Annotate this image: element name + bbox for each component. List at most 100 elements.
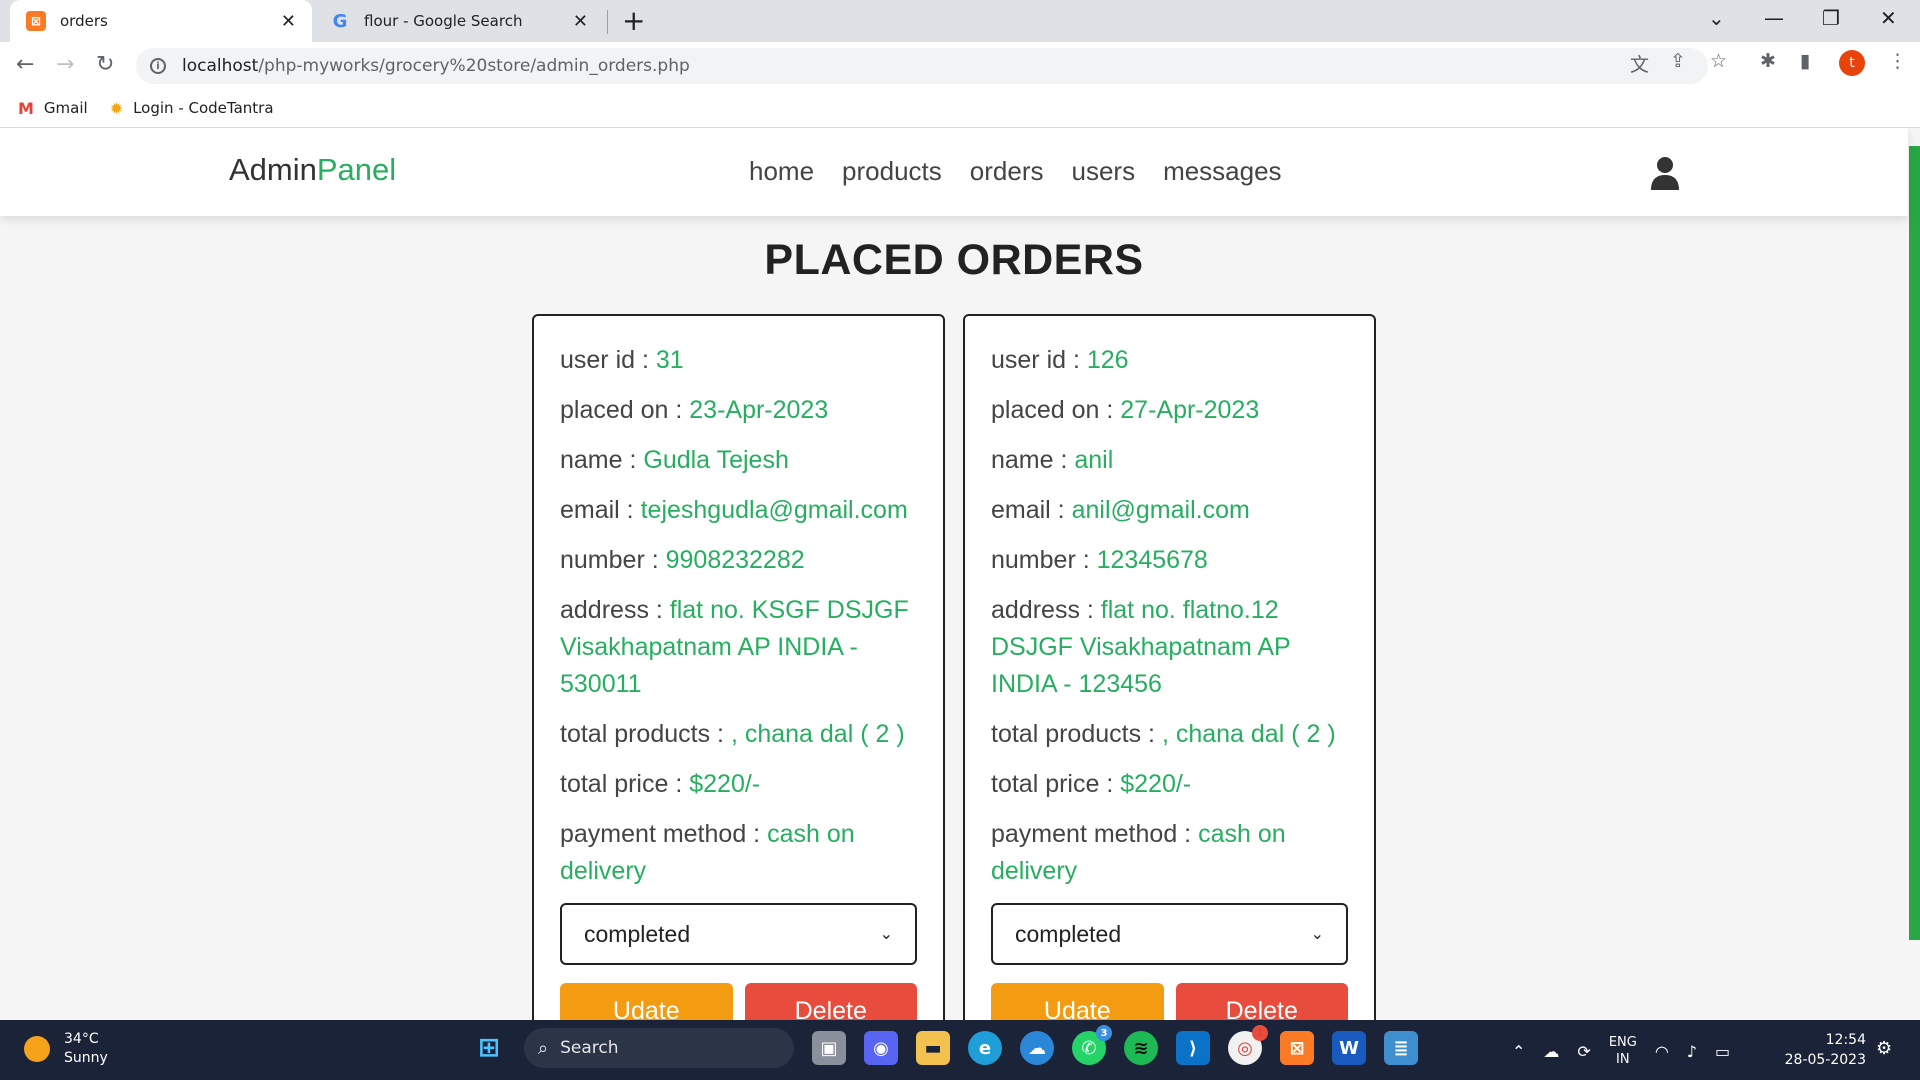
- user-id-value: 31: [655, 346, 684, 374]
- xampp-icon: ⊠: [26, 11, 46, 31]
- side-panel-icon[interactable]: ▮: [1800, 50, 1810, 72]
- update-button[interactable]: Udate: [560, 983, 733, 1020]
- notification-icon[interactable]: ⚙: [1876, 1038, 1892, 1059]
- order-status-select[interactable]: completed ⌄: [991, 903, 1348, 965]
- close-icon[interactable]: ✕: [573, 11, 588, 32]
- language-indicator[interactable]: ENG IN: [1609, 1034, 1637, 1068]
- bookmarks-bar: M Gmail ✹ Login - CodeTantra: [0, 89, 1920, 128]
- number-value: 12345678: [1096, 546, 1208, 574]
- info-icon[interactable]: i: [150, 58, 166, 74]
- tab-strip: ⊠ orders ✕ G flour - Google Search ✕ + ⌄…: [0, 0, 1920, 42]
- label: number :: [991, 546, 1097, 574]
- total-products-value: , chana dal ( 2 ): [1161, 720, 1336, 748]
- user-icon[interactable]: [1650, 156, 1680, 190]
- delete-button[interactable]: Delete: [1175, 983, 1348, 1020]
- url-path: /php-myworks/grocery%20store/admin_order…: [258, 56, 690, 76]
- minimize-button[interactable]: —: [1764, 6, 1784, 30]
- logo[interactable]: AdminPanel: [229, 152, 396, 188]
- weather-widget[interactable]: 34°C Sunny: [24, 1030, 108, 1068]
- onedrive-icon[interactable]: ☁: [1543, 1042, 1559, 1061]
- forward-icon[interactable]: →: [56, 52, 74, 77]
- label: user id :: [560, 346, 656, 374]
- star-icon[interactable]: ☆: [1710, 50, 1727, 72]
- placed-on-row: placed on : 23-Apr-2023: [560, 392, 917, 429]
- share-icon[interactable]: ⇪: [1670, 50, 1686, 72]
- bookmark-codetantra[interactable]: ✹ Login - CodeTantra: [110, 99, 274, 118]
- label: email :: [560, 496, 641, 524]
- url-input[interactable]: i localhost/php-myworks/grocery%20store/…: [136, 48, 1708, 84]
- menu-icon[interactable]: ⋮: [1888, 50, 1907, 72]
- task-view-icon[interactable]: ▣: [812, 1031, 846, 1065]
- chevron-down-icon: ⌄: [879, 926, 893, 943]
- search-icon: ⌕: [538, 1037, 549, 1059]
- delete-button[interactable]: Delete: [744, 983, 917, 1020]
- bookmark-gmail[interactable]: M Gmail: [18, 99, 88, 118]
- edge-icon[interactable]: e: [968, 1031, 1002, 1065]
- placed-on-value: 27-Apr-2023: [1120, 396, 1260, 424]
- name-value: Gudla Tejesh: [643, 446, 789, 474]
- tab-search-chevron-icon[interactable]: ⌄: [1708, 6, 1725, 30]
- close-window-button[interactable]: ✕: [1880, 6, 1897, 30]
- battery-icon[interactable]: ▭: [1715, 1042, 1730, 1061]
- order-status-select[interactable]: completed ⌄: [560, 903, 917, 965]
- tab-google-search[interactable]: G flour - Google Search ✕: [314, 0, 604, 42]
- chrome-icon[interactable]: ◎ 1: [1228, 1025, 1268, 1065]
- nav-products[interactable]: products: [842, 156, 942, 187]
- word-icon[interactable]: W: [1332, 1031, 1366, 1065]
- spotify-icon[interactable]: ≋: [1124, 1031, 1158, 1065]
- label: payment method :: [560, 820, 768, 848]
- url-host: localhost: [182, 56, 259, 76]
- update-button[interactable]: Udate: [991, 983, 1164, 1020]
- vscode-icon[interactable]: ⟩: [1176, 1031, 1210, 1065]
- sun-icon: [24, 1036, 50, 1062]
- logo-accent: Panel: [316, 152, 397, 187]
- lang-top: ENG: [1608, 1035, 1637, 1050]
- codetantra-icon: ✹: [109, 98, 124, 118]
- admin-header: AdminPanel home products orders users me…: [0, 128, 1908, 216]
- extensions-icon[interactable]: ✱: [1760, 50, 1776, 72]
- reload-icon[interactable]: ↻: [96, 52, 114, 77]
- address-row: address : flat no. KSGF DSJGF Visakhapat…: [560, 592, 917, 703]
- address-bar: ← → ↻ i localhost/php-myworks/grocery%20…: [0, 42, 1920, 89]
- file-explorer-icon[interactable]: ▬: [916, 1031, 950, 1065]
- label: total price :: [991, 770, 1121, 798]
- close-icon[interactable]: ✕: [281, 11, 296, 32]
- chat-icon[interactable]: ◉: [864, 1031, 898, 1065]
- label: address :: [991, 596, 1101, 624]
- label: payment method :: [991, 820, 1199, 848]
- gmail-icon: M: [18, 98, 34, 118]
- bookmark-label: Gmail: [43, 99, 88, 117]
- weather-app-icon[interactable]: ☁: [1020, 1031, 1054, 1065]
- date: 28-05-2023: [1784, 1052, 1866, 1068]
- name-value: anil: [1074, 446, 1114, 474]
- taskbar-search[interactable]: ⌕ Search: [524, 1028, 794, 1068]
- nav-users[interactable]: users: [1071, 156, 1135, 187]
- wifi-icon[interactable]: ◠: [1655, 1042, 1669, 1061]
- scrollbar[interactable]: [1909, 146, 1920, 940]
- tab-orders[interactable]: ⊠ orders ✕: [10, 0, 312, 42]
- label: name :: [560, 446, 644, 474]
- new-tab-button[interactable]: +: [622, 4, 645, 37]
- nav-home[interactable]: home: [749, 156, 814, 187]
- total-products-row: total products : , chana dal ( 2 ): [991, 716, 1348, 753]
- nav-orders[interactable]: orders: [970, 156, 1044, 187]
- total-price-row: total price : $220/-: [991, 766, 1348, 803]
- nav-messages[interactable]: messages: [1163, 156, 1282, 187]
- email-value: tejeshgudla@gmail.com: [640, 496, 908, 524]
- payment-method-row: payment method : cash on delivery: [991, 816, 1348, 890]
- label: email :: [991, 496, 1072, 524]
- translate-icon[interactable]: 文: [1630, 50, 1649, 77]
- clock[interactable]: 12:54 28-05-2023: [1784, 1030, 1866, 1070]
- sync-icon[interactable]: ⟳: [1577, 1042, 1590, 1061]
- payment-method-row: payment method : cash on delivery: [560, 816, 917, 890]
- xampp-icon[interactable]: ⊠: [1280, 1031, 1314, 1065]
- whatsapp-icon[interactable]: ✆ 3: [1072, 1025, 1112, 1065]
- windows-start-icon[interactable]: ⊞: [472, 1031, 506, 1065]
- profile-avatar[interactable]: t: [1839, 50, 1865, 76]
- notepad-icon[interactable]: ≣: [1384, 1031, 1418, 1065]
- volume-icon[interactable]: ♪: [1687, 1042, 1697, 1061]
- back-icon[interactable]: ←: [16, 52, 34, 77]
- email-row: email : anil@gmail.com: [991, 492, 1348, 529]
- restore-button[interactable]: ❐: [1822, 6, 1840, 30]
- chevron-up-icon[interactable]: ⌃: [1512, 1042, 1525, 1061]
